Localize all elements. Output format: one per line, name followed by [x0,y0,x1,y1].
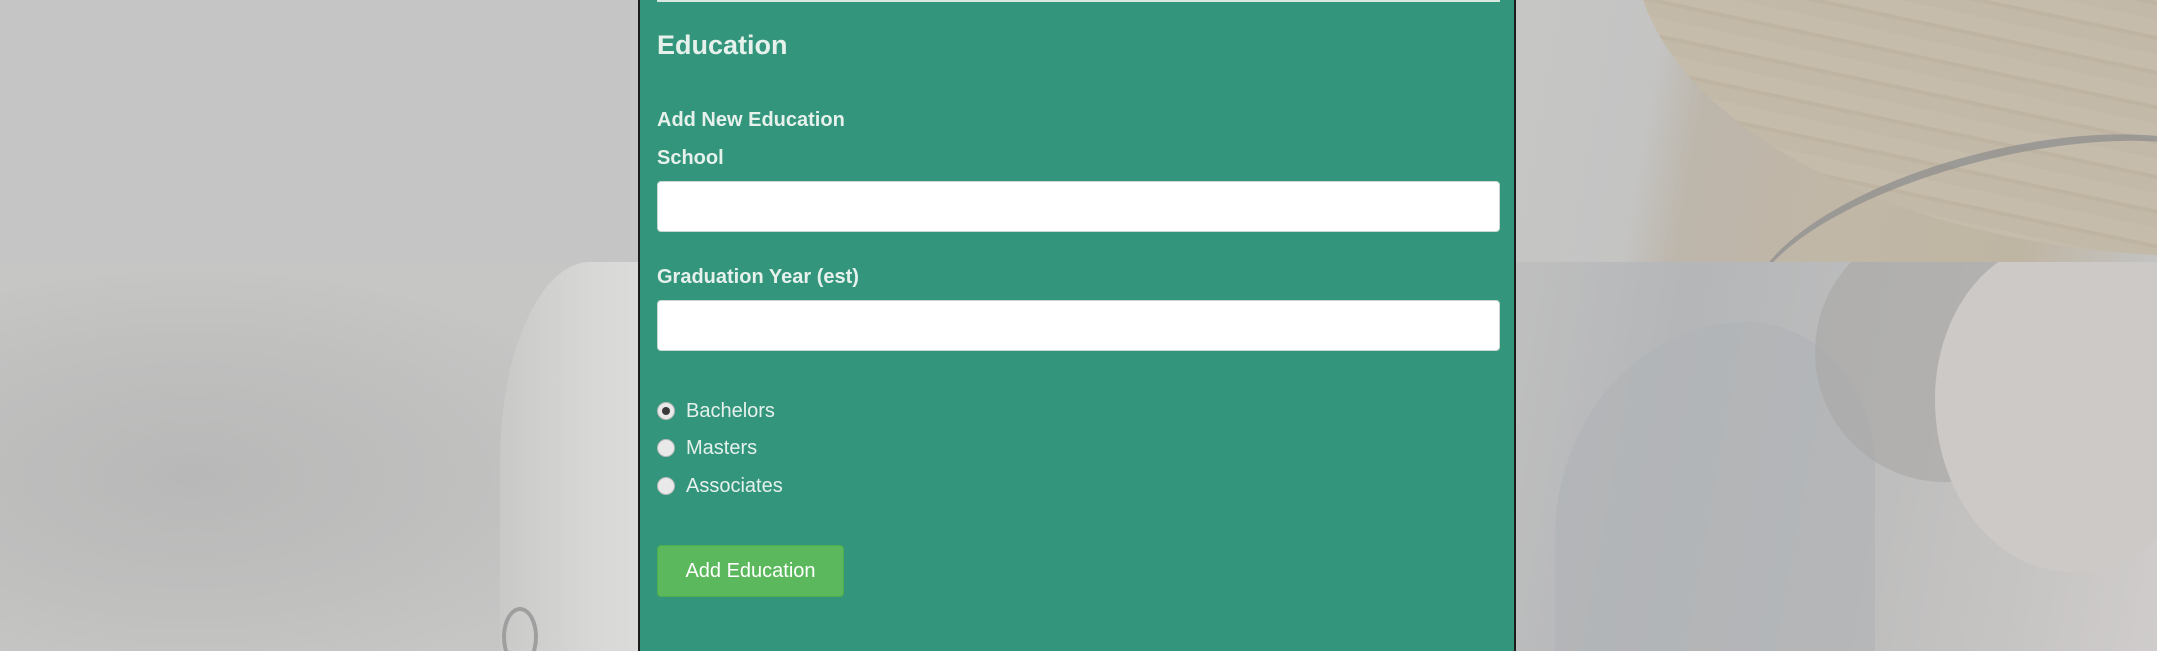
degree-option-bachelors[interactable]: Bachelors [657,398,775,424]
degree-option-associates[interactable]: Associates [657,473,783,499]
radio-associates[interactable] [657,477,675,495]
degree-option-label: Associates [686,474,783,497]
degree-option-label: Bachelors [686,399,775,422]
section-title: Education [657,30,788,60]
background-photo-top-left [0,0,639,262]
window-light-shape [500,262,639,651]
background-photo-top-right [1515,0,2157,262]
degree-option-masters[interactable]: Masters [657,435,757,461]
background-photo-bottom-right [1515,262,2157,651]
add-education-button[interactable]: Add Education [657,545,844,597]
school-label: School [657,147,724,169]
radio-masters[interactable] [657,439,675,457]
add-education-heading: Add New Education [657,109,845,131]
graduation-year-label: Graduation Year (est) [657,266,859,288]
section-divider [657,0,1500,2]
background-photo-bottom-left [0,262,639,651]
school-input[interactable] [657,181,1500,232]
education-panel: Education Add New Education School Gradu… [638,0,1516,651]
radio-bachelors[interactable] [657,402,675,420]
face-shape [1935,262,2157,572]
graduation-year-input[interactable] [657,300,1500,351]
degree-option-label: Masters [686,436,758,459]
